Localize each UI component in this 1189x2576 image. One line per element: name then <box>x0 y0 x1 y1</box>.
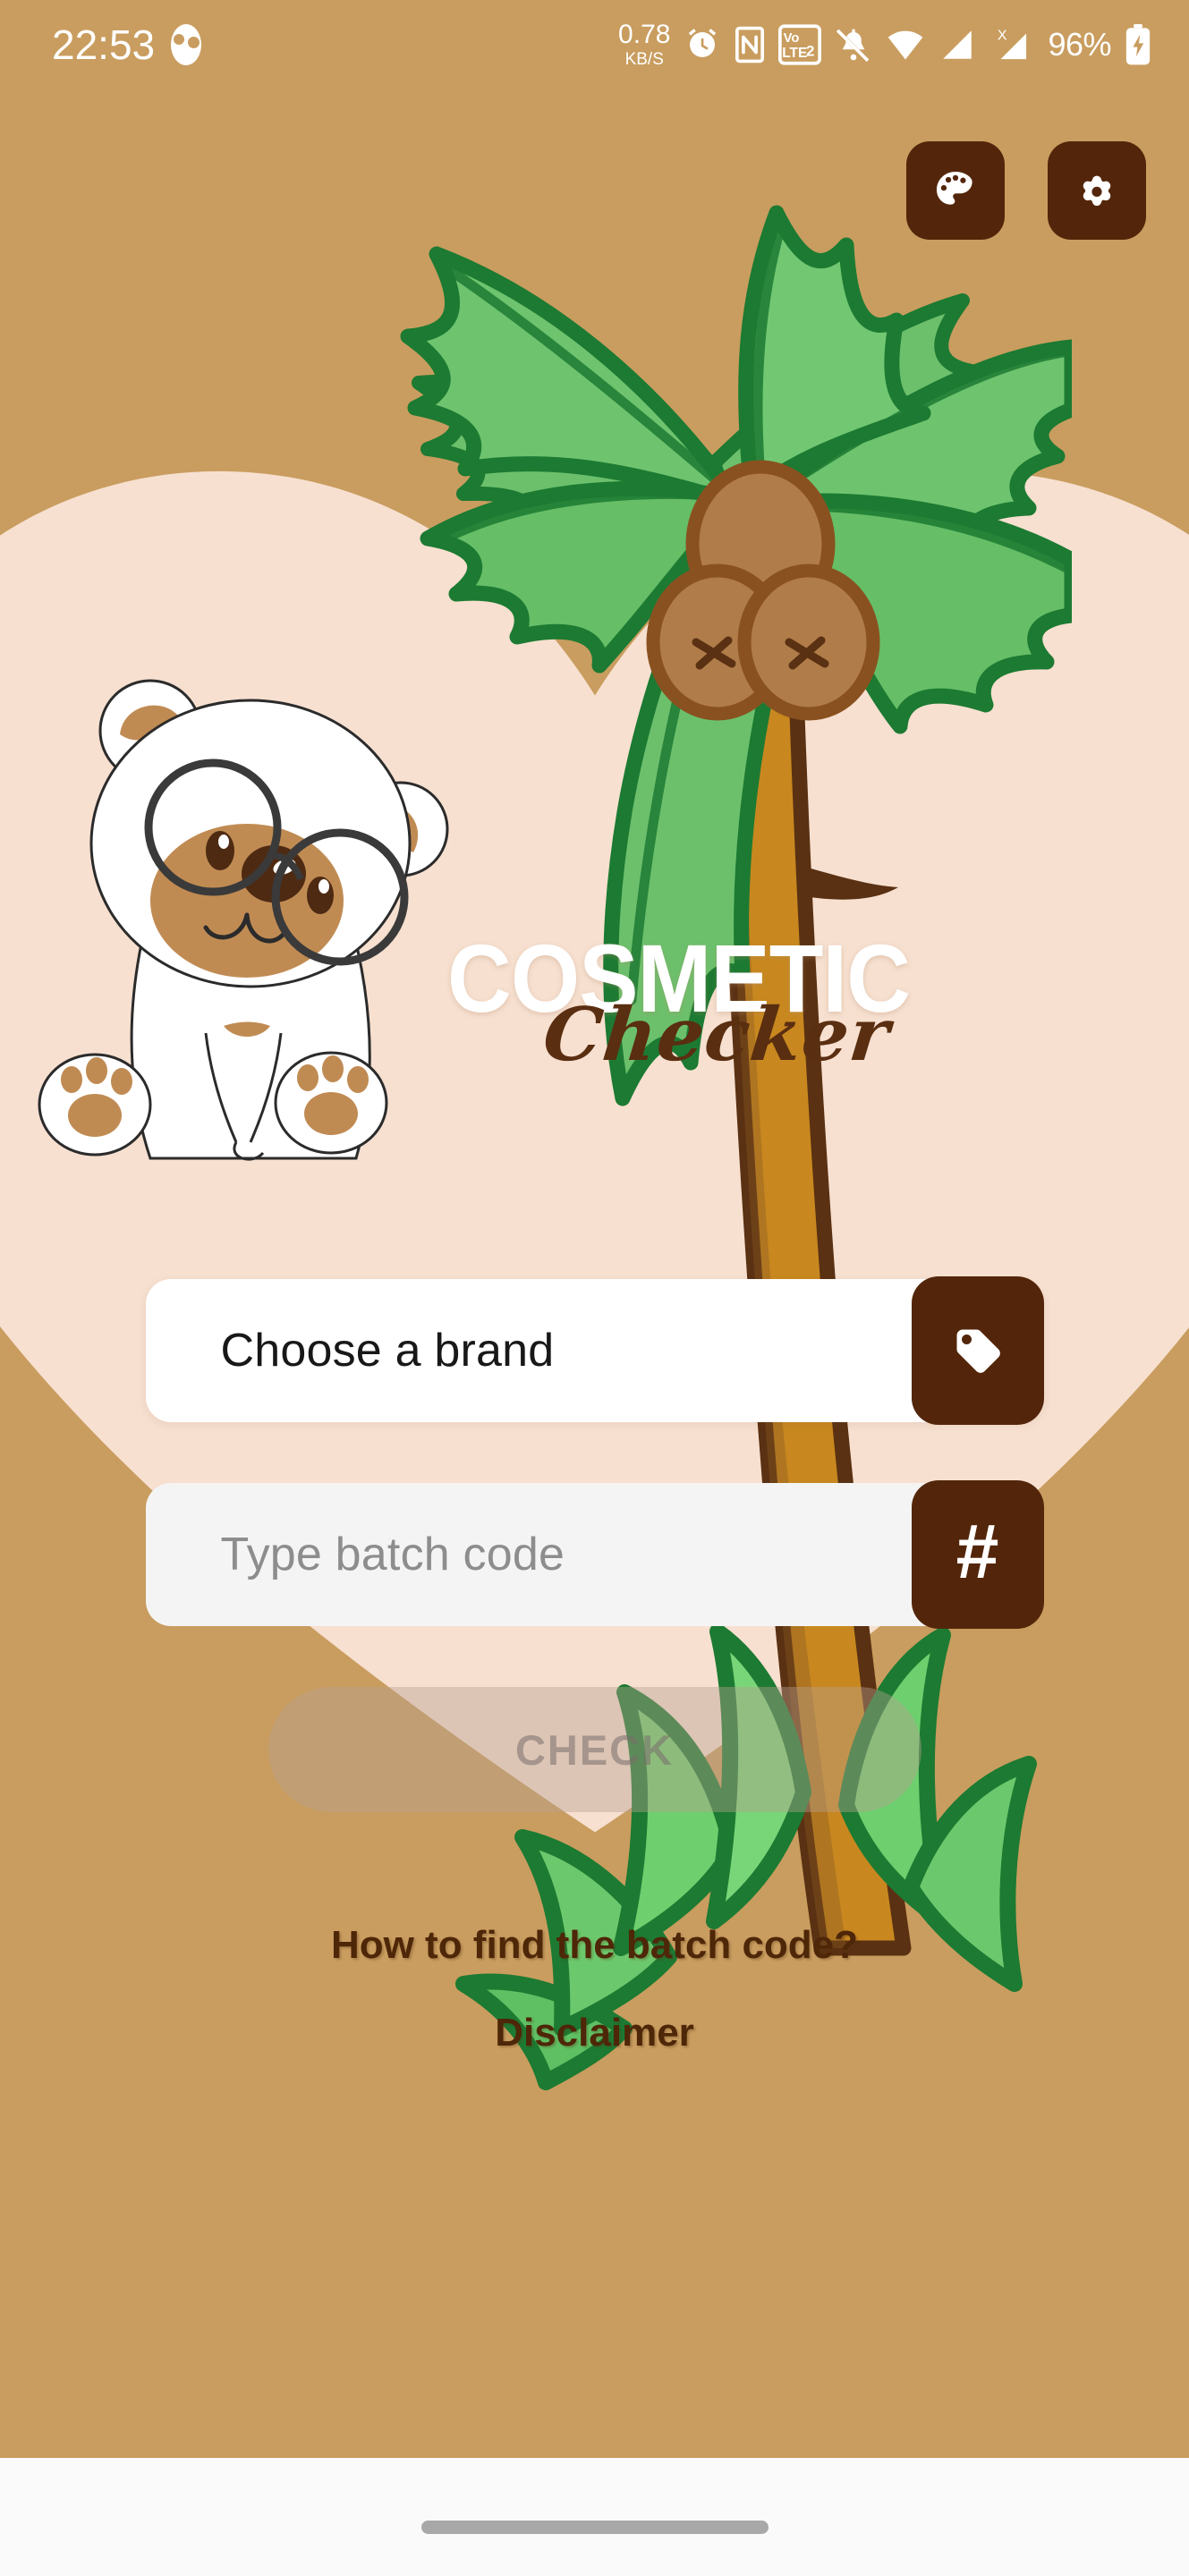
signal-x-icon: X <box>998 28 1027 60</box>
brand-picker-button[interactable] <box>911 1276 1044 1425</box>
status-bar: 22:53 0.78 KB/S Vo LTE 2 X 96% <box>0 0 1189 89</box>
top-action-buttons <box>906 141 1146 240</box>
batch-code-field[interactable]: Type batch code # <box>145 1480 1044 1629</box>
brand-select-field[interactable]: Choose a brand <box>145 1276 1044 1425</box>
svg-text:Vo: Vo <box>784 31 800 46</box>
settings-button[interactable] <box>1048 141 1146 240</box>
gear-icon <box>1083 175 1111 207</box>
volte2-icon: Vo LTE 2 <box>778 24 822 65</box>
brand-select-value: Choose a brand <box>220 1325 555 1377</box>
status-clock: 22:53 <box>52 21 156 68</box>
alarm-icon <box>689 29 717 57</box>
app-root: COSMETIC Checker 22:53 0.78 KB/S Vo LTE … <box>0 0 1189 2576</box>
status-bar-right: 0.78 KB/S Vo LTE 2 X 96% <box>618 21 1151 68</box>
how-to-find-batch-code-link[interactable]: How to find the batch code? <box>0 1923 1189 1968</box>
theme-button[interactable] <box>906 141 1005 240</box>
batch-code-placeholder: Type batch code <box>220 1529 565 1580</box>
wifi-icon <box>888 30 923 60</box>
battery-charging-icon <box>1125 24 1151 65</box>
mute-bell-icon <box>837 29 871 63</box>
nfc-icon <box>735 26 765 64</box>
svg-text:LTE: LTE <box>783 46 808 61</box>
status-bar-left: 22:53 <box>52 21 202 68</box>
check-button[interactable]: CHECK <box>268 1687 921 1812</box>
price-tag-icon <box>956 1329 1000 1373</box>
system-nav-bar <box>0 2458 1189 2576</box>
disclaimer-link[interactable]: Disclaimer <box>0 2011 1189 2055</box>
app-notification-icon <box>171 24 202 65</box>
battery-percent-label: 96% <box>1048 26 1111 63</box>
check-form: Choose a brand Type batch code # CHECK <box>0 1276 1189 1812</box>
svg-text:2: 2 <box>806 43 814 60</box>
network-speed-indicator: 0.78 KB/S <box>618 20 671 69</box>
network-speed-value: 0.78 <box>618 20 671 49</box>
svg-text:X: X <box>998 28 1007 44</box>
footer-links: How to find the batch code? Disclaimer <box>0 1923 1189 2055</box>
palette-icon <box>937 172 972 205</box>
network-speed-unit: KB/S <box>624 50 664 69</box>
hash-icon: # <box>955 1509 999 1595</box>
home-gesture-pill[interactable] <box>420 2520 769 2534</box>
signal-bars-icon <box>943 30 972 59</box>
batch-code-hash-button[interactable]: # <box>911 1480 1044 1629</box>
